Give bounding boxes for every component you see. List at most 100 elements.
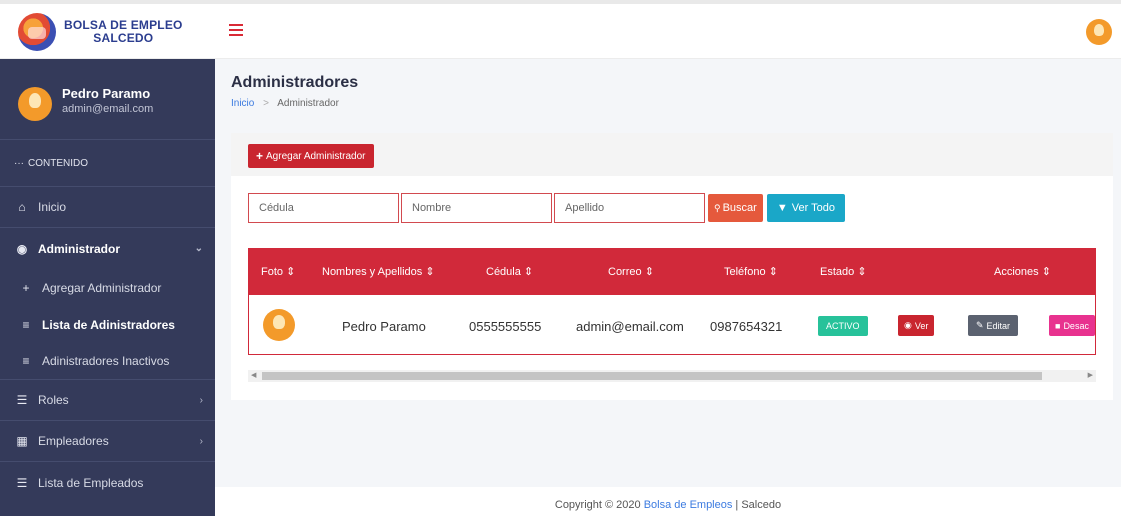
add-administrator-label: Agregar Administrador xyxy=(266,150,366,162)
sidebar-item-administradores-inactivos[interactable]: ≡ Adinistradores Inactivos xyxy=(0,343,215,380)
edit-button[interactable]: ✎ Editar xyxy=(968,315,1019,336)
user-email: admin@email.com xyxy=(62,103,154,115)
plus-icon: + xyxy=(256,149,264,163)
eye-icon: ◉ xyxy=(904,320,912,330)
horizontal-scrollbar[interactable]: ◀ ▶ xyxy=(248,370,1096,382)
sidebar-section-text: CONTENIDO xyxy=(28,157,88,169)
search-button-label: Buscar xyxy=(722,202,757,214)
user-avatar-button[interactable] xyxy=(1086,19,1112,45)
brand[interactable]: BOLSA DE EMPLEO SALCEDO xyxy=(0,4,215,59)
search-button[interactable]: ⚲ Buscar xyxy=(708,194,763,222)
deactivate-button-label: Desac xyxy=(1063,320,1089,331)
top-navbar: BOLSA DE EMPLEO SALCEDO xyxy=(0,0,1121,59)
column-header-telefono[interactable]: Teléfono ⇕ xyxy=(724,265,778,278)
chevron-right-icon: › xyxy=(199,435,203,447)
sort-icon: ⇕ xyxy=(1041,266,1051,278)
sidebar-item-label: Roles xyxy=(38,393,69,407)
scroll-thumb[interactable] xyxy=(262,372,1042,380)
sidebar-item-label: Lista de Adinistradores xyxy=(42,317,175,332)
user-circle-icon: ◉ xyxy=(16,241,28,256)
breadcrumb-separator-icon: > xyxy=(263,98,269,109)
view-button[interactable]: ◉ Ver xyxy=(898,315,935,336)
cedula-placeholder: Cédula xyxy=(259,202,294,214)
brand-logo xyxy=(18,12,56,51)
sort-icon: ⇕ xyxy=(425,266,435,278)
cell-telefono: 0987654321 xyxy=(710,319,783,334)
sort-icon: ⇕ xyxy=(857,266,867,278)
sidebar-item-roles[interactable]: ☰ Roles › xyxy=(0,380,215,421)
nombre-input[interactable]: Nombre xyxy=(401,193,552,223)
sidebar-item-lista-empleados[interactable]: ☰ Lista de Empleados xyxy=(0,462,215,503)
filter-bar: Cédula Nombre Apellido ⚲ Buscar ▼ Ver To… xyxy=(248,193,845,223)
menu-toggle-icon[interactable] xyxy=(229,24,243,36)
column-header-cedula[interactable]: Cédula ⇕ xyxy=(486,265,533,278)
sort-icon: ⇕ xyxy=(523,266,534,278)
footer-prefix: Copyright © 2020 xyxy=(554,499,644,511)
add-administrator-button[interactable]: + Agregar Administrador xyxy=(248,144,374,168)
home-icon: ⌂ xyxy=(18,200,26,214)
page-title: Administradores xyxy=(231,74,359,91)
breadcrumb: Inicio > Administrador xyxy=(231,98,339,109)
breadcrumb-home-link[interactable]: Inicio xyxy=(231,98,254,109)
sidebar-item-label: Inicio xyxy=(38,200,67,214)
scroll-right-icon[interactable]: ▶ xyxy=(1088,370,1093,382)
footer-link[interactable]: Bolsa de Empleos xyxy=(644,499,733,511)
admin-table: Foto ⇕ Nombres y Apellidos ⇕ Cédula ⇕ Co… xyxy=(248,248,1096,356)
table-row: Pedro Paramo 0555555555 admin@email.com … xyxy=(248,295,1096,355)
filter-icon: ▼ xyxy=(776,202,788,214)
deactivate-button[interactable]: ■ Desac xyxy=(1049,315,1095,336)
avatar xyxy=(263,309,295,341)
brand-text: BOLSA DE EMPLEO SALCEDO xyxy=(64,19,183,44)
sidebar-item-empleadores[interactable]: ▦ Empleadores › xyxy=(0,421,215,462)
column-header-acciones[interactable]: Acciones ⇕ xyxy=(994,265,1051,278)
view-button-label: Ver xyxy=(914,320,929,331)
column-header-correo[interactable]: Correo ⇕ xyxy=(608,265,654,278)
admin-list-card: + Agregar Administrador Cédula Nombre Ap… xyxy=(231,133,1113,400)
apellido-placeholder: Apellido xyxy=(565,202,605,214)
column-header-estado[interactable]: Estado ⇕ xyxy=(820,265,867,278)
brand-line2: SALCEDO xyxy=(93,30,154,45)
sidebar-item-inicio[interactable]: ⌂ Inicio xyxy=(0,187,215,228)
apellido-input[interactable]: Apellido xyxy=(554,193,705,223)
sidebar-item-label: Lista de Empleados xyxy=(38,475,144,490)
column-header-foto[interactable]: Foto ⇕ xyxy=(261,265,295,278)
trash-icon: ■ xyxy=(1055,320,1061,331)
sort-icon: ⇕ xyxy=(644,266,654,278)
brand-line1: BOLSA DE EMPLEO xyxy=(64,17,183,32)
sidebar-item-label: Adinistradores Inactivos xyxy=(42,354,170,368)
breadcrumb-current: Administrador xyxy=(277,98,339,109)
building-icon: ▦ xyxy=(16,434,28,448)
chevron-down-icon: ⌄ xyxy=(194,243,203,254)
sidebar-user-panel: Pedro Paramo admin@email.com xyxy=(0,59,215,140)
sidebar: Pedro Paramo admin@email.com ··· CONTENI… xyxy=(0,59,215,516)
card-header: + Agregar Administrador xyxy=(231,133,1113,176)
sort-icon: ⇕ xyxy=(286,266,296,278)
footer: Copyright © 2020 Bolsa de Empleos | Salc… xyxy=(215,487,1121,516)
search-icon: ⚲ xyxy=(714,202,721,213)
sidebar-section-label: ··· CONTENIDO xyxy=(0,140,215,187)
sort-icon: ⇕ xyxy=(768,266,778,278)
roles-icon: ☰ xyxy=(16,393,28,407)
list-icon: ≡ xyxy=(22,317,30,332)
sidebar-item-lista-administradores[interactable]: ≡ Lista de Adinistradores xyxy=(0,306,215,343)
sidebar-item-label: Administrador xyxy=(38,241,121,256)
cedula-input[interactable]: Cédula xyxy=(248,193,399,223)
list-icon: ☰ xyxy=(16,475,28,490)
status-badge: ACTIVO xyxy=(818,316,868,336)
table-header: Foto ⇕ Nombres y Apellidos ⇕ Cédula ⇕ Co… xyxy=(248,248,1096,295)
pencil-icon: ✎ xyxy=(976,320,984,330)
plus-icon: + xyxy=(22,280,30,295)
sidebar-item-agregar-administrador[interactable]: + Agregar Administrador xyxy=(0,269,215,306)
scroll-left-icon[interactable]: ◀ xyxy=(251,370,256,382)
footer-suffix: | Salcedo xyxy=(732,499,782,511)
sidebar-item-label: Agregar Administrador xyxy=(42,280,162,295)
column-header-nombres[interactable]: Nombres y Apellidos ⇕ xyxy=(322,265,435,278)
list-icon: ≡ xyxy=(22,354,30,368)
view-all-button[interactable]: ▼ Ver Todo xyxy=(766,194,845,222)
chevron-right-icon: › xyxy=(199,394,203,406)
sidebar-item-administrador[interactable]: ◉ Administrador ⌄ xyxy=(0,228,215,269)
avatar xyxy=(18,87,52,121)
sidebar-item-label: Empleadores xyxy=(38,434,109,448)
view-all-label: Ver Todo xyxy=(791,202,835,214)
nombre-placeholder: Nombre xyxy=(412,202,452,214)
